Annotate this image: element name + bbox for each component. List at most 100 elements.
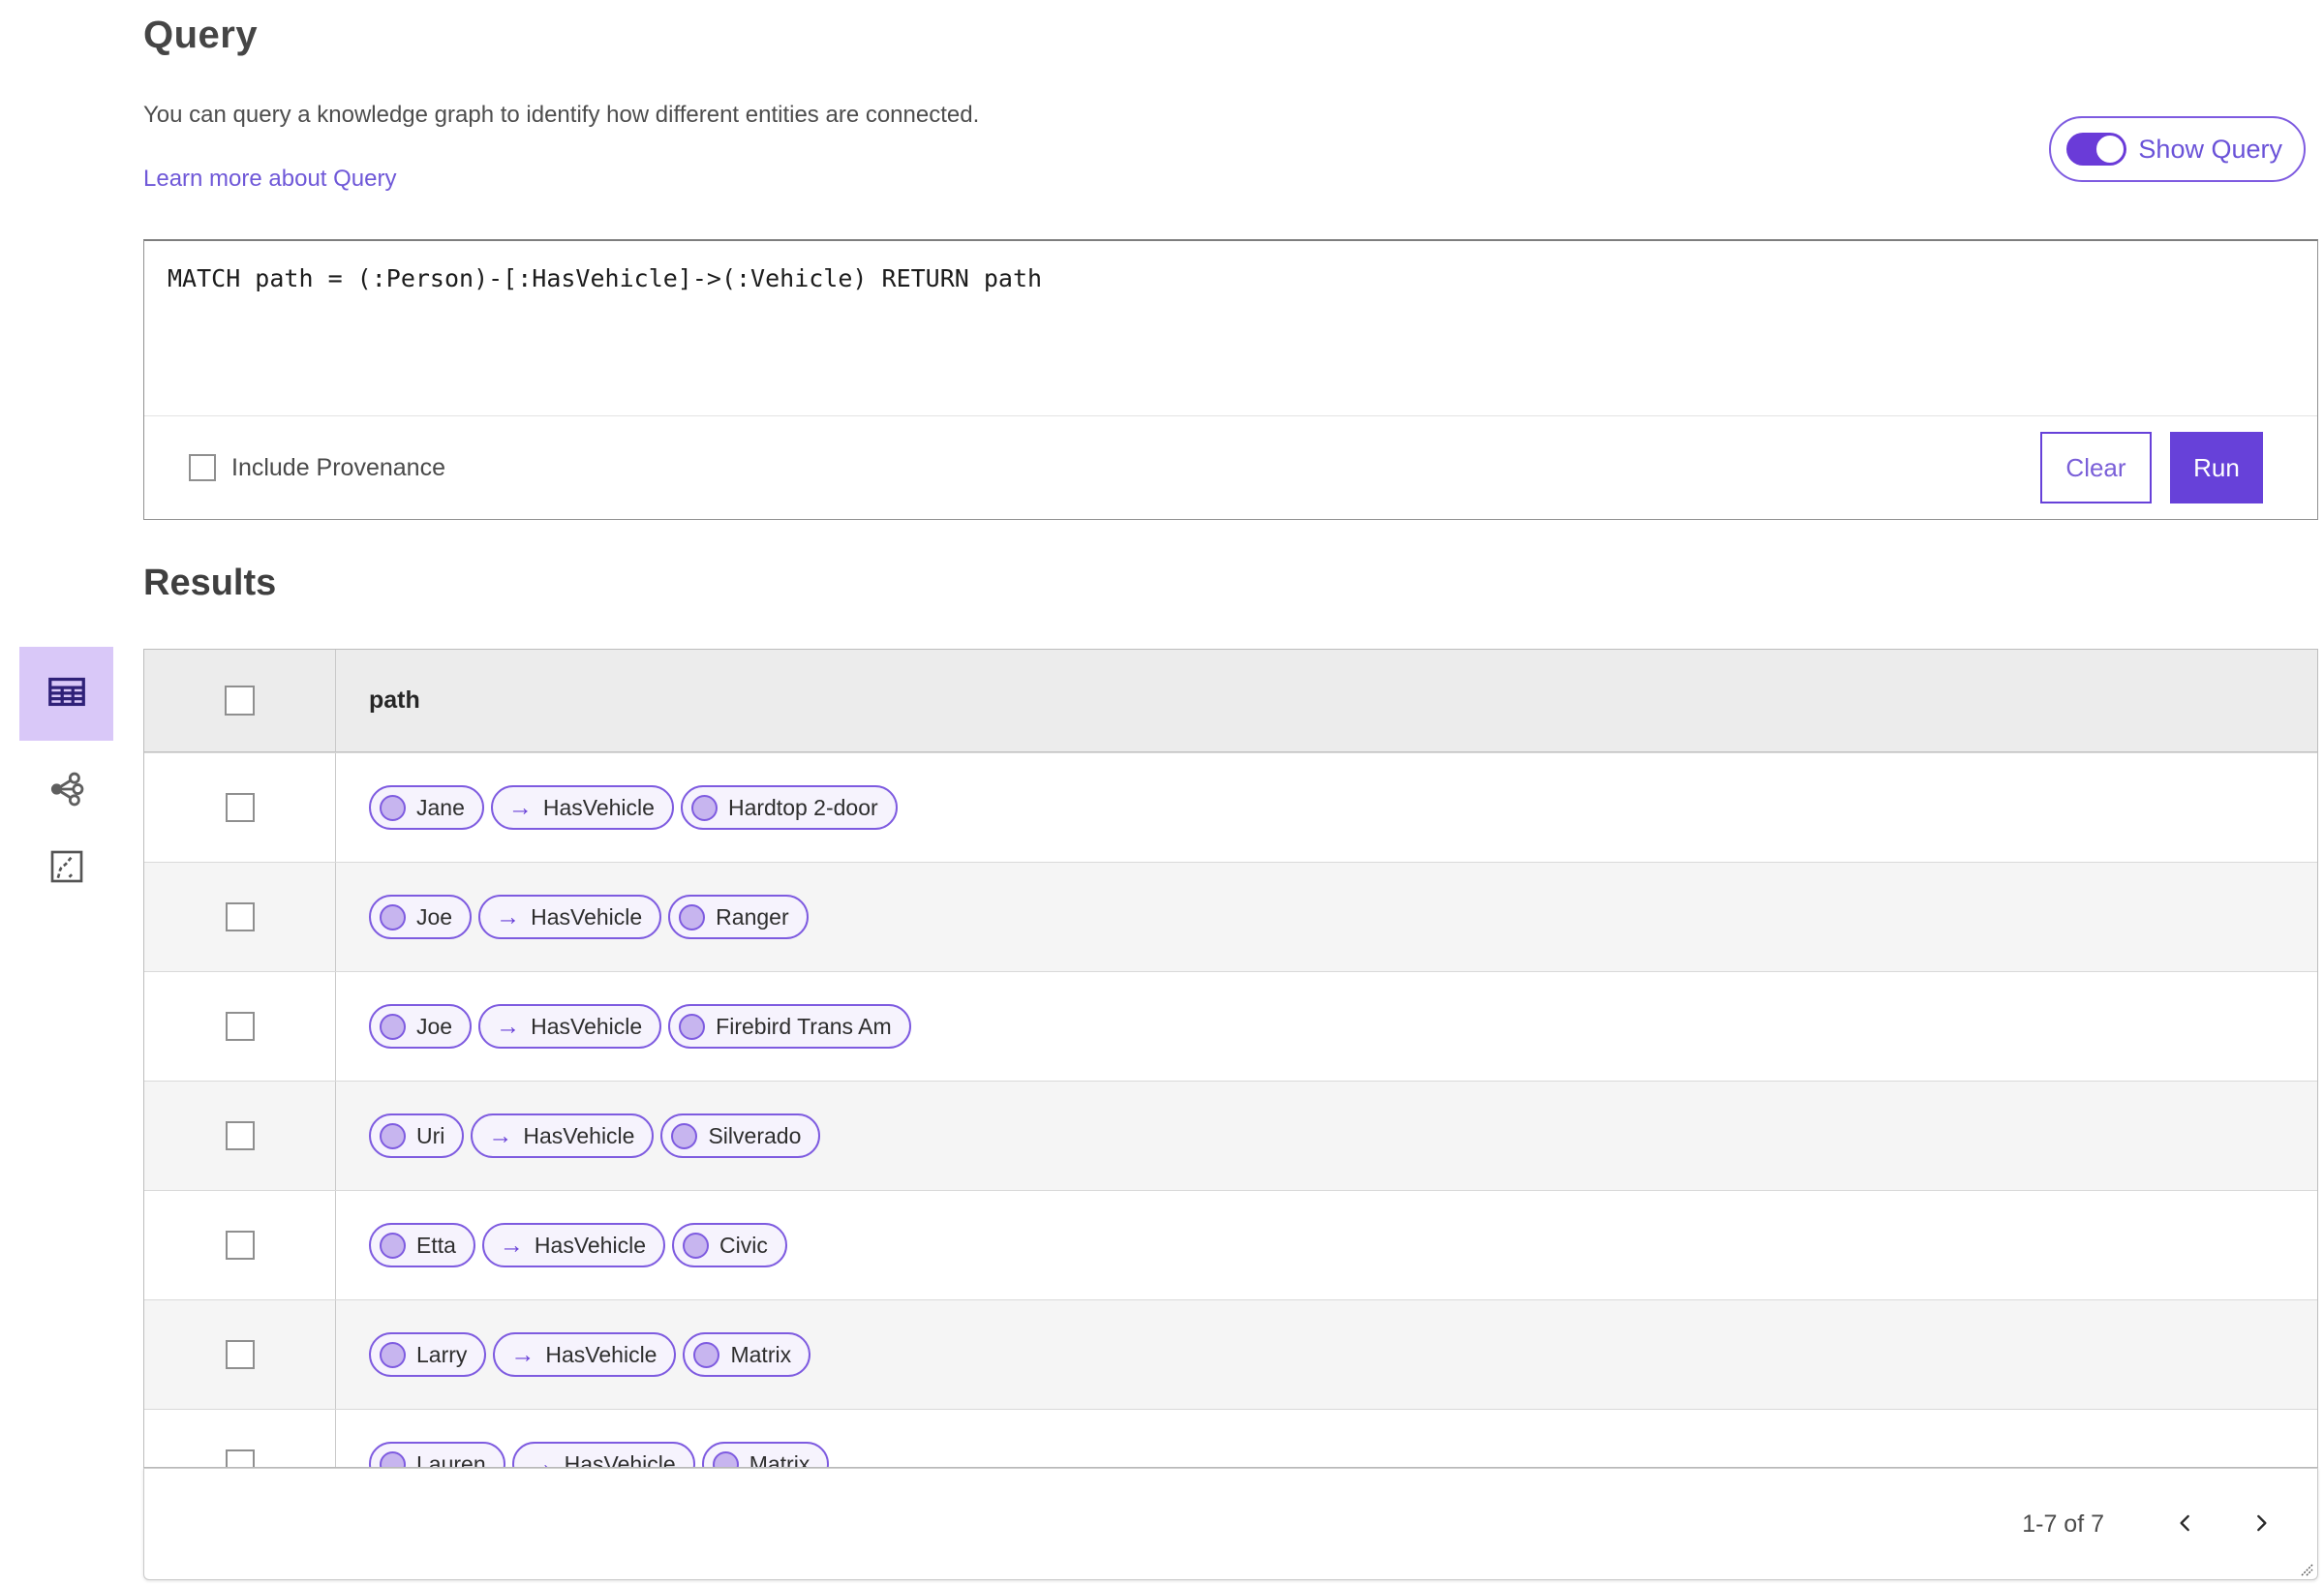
node-icon (690, 794, 718, 821)
clear-button[interactable]: Clear (2040, 432, 2152, 503)
include-provenance-checkbox[interactable] (189, 454, 216, 481)
row-checkbox[interactable] (225, 1121, 255, 1150)
link-chart-view-button[interactable] (40, 764, 94, 818)
select-all-checkbox[interactable] (225, 686, 255, 716)
entity-pill-source[interactable]: Uri (369, 1113, 465, 1158)
edge-arrow-icon: → (507, 793, 533, 821)
relationship-pill[interactable]: → HasVehicle (478, 1004, 662, 1049)
entity-label: Matrix (730, 1341, 792, 1367)
previous-page-button[interactable] (2164, 1503, 2207, 1545)
next-page-button[interactable] (2240, 1503, 2282, 1545)
row-checkbox[interactable] (225, 1231, 255, 1260)
entity-label: Larry (416, 1341, 468, 1367)
entity-pill-target[interactable]: Hardtop 2-door (680, 785, 898, 830)
page-title: Query (143, 14, 259, 56)
relationship-pill[interactable]: → HasVehicle (493, 1332, 677, 1377)
table-row: Joe → HasVehicle Ranger (144, 862, 2317, 971)
relationship-pill[interactable]: → HasVehicle (490, 785, 674, 830)
node-icon (380, 1341, 406, 1368)
node-icon (380, 1013, 406, 1040)
textarea-resize-handle-icon[interactable] (2296, 1559, 2313, 1576)
entity-pill-target[interactable]: Civic (672, 1223, 787, 1267)
row-checkbox[interactable] (225, 1012, 255, 1041)
relationship-label: HasVehicle (564, 1450, 676, 1468)
learn-more-link[interactable]: Learn more about Query (143, 166, 396, 193)
entity-pill-target[interactable]: Matrix (701, 1442, 830, 1468)
relationship-label: HasVehicle (531, 903, 643, 930)
table-view-button[interactable] (19, 647, 113, 741)
relationship-pill[interactable]: → HasVehicle (478, 895, 662, 939)
entity-label: Civic (719, 1232, 768, 1258)
entity-pill-source[interactable]: Etta (369, 1223, 475, 1267)
page-description: You can query a knowledge graph to ident… (143, 102, 980, 128)
entity-pill-target[interactable]: Firebird Trans Am (668, 1004, 911, 1049)
entity-pill-source[interactable]: Larry (369, 1332, 487, 1377)
main-content: Query You can query a knowledge graph to… (143, 0, 2318, 1580)
node-icon (693, 1341, 720, 1368)
map-view-icon (47, 847, 86, 891)
show-query-label: Show Query (2138, 134, 2282, 164)
entity-label: Joe (416, 903, 453, 930)
entity-label: Hardtop 2-door (727, 794, 878, 820)
node-icon (679, 1013, 706, 1040)
table-header-row: path (144, 650, 2317, 752)
table-row: Joe → HasVehicle Firebird Trans Am (144, 971, 2317, 1081)
header-checkbox-cell (144, 650, 336, 751)
table-row: Etta → HasVehicle Civic (144, 1190, 2317, 1299)
query-editor: MATCH path = (:Person)-[:HasVehicle]->(:… (143, 239, 2318, 1576)
node-icon (380, 1232, 406, 1259)
relationship-label: HasVehicle (534, 1232, 646, 1258)
node-icon (380, 1122, 406, 1149)
entity-label: Firebird Trans Am (716, 1013, 892, 1039)
table-row: Lauren → HasVehicle Matrix (144, 1409, 2317, 1468)
results-title: Results (143, 563, 277, 603)
chevron-right-icon (2248, 1510, 2274, 1539)
row-checkbox[interactable] (225, 1449, 255, 1467)
relationship-pill[interactable]: → HasVehicle (481, 1223, 665, 1267)
query-toolbar: Include Provenance Clear Run (144, 415, 2317, 519)
entity-label: Matrix (749, 1450, 810, 1468)
entity-label: Lauren (416, 1450, 486, 1468)
entity-label: Joe (416, 1013, 453, 1039)
pagination-bar: 1-7 of 7 (143, 1468, 2318, 1580)
entity-label: Jane (416, 794, 465, 820)
entity-pill-source[interactable]: Joe (369, 1004, 473, 1049)
node-icon (683, 1232, 709, 1259)
node-icon (679, 903, 706, 930)
relationship-label: HasVehicle (545, 1341, 657, 1367)
relationship-label: HasVehicle (531, 1013, 643, 1039)
entity-pill-source[interactable]: Joe (369, 895, 473, 939)
entity-label: Etta (416, 1232, 456, 1258)
toggle-switch-icon[interactable] (2066, 133, 2127, 166)
table-row: Uri → HasVehicle Silverado (144, 1081, 2317, 1190)
chevron-left-icon (2173, 1510, 2198, 1539)
entity-label: Ranger (716, 903, 789, 930)
relationship-pill[interactable]: → HasVehicle (471, 1113, 655, 1158)
link-chart-view-icon (46, 769, 87, 814)
results-view-switcher (19, 647, 113, 896)
entity-pill-target[interactable]: Silverado (660, 1113, 821, 1158)
table-row: Larry → HasVehicle Matrix (144, 1299, 2317, 1409)
table-view-icon (45, 669, 89, 718)
entity-pill-source[interactable]: Jane (369, 785, 484, 830)
row-checkbox[interactable] (225, 793, 255, 822)
row-checkbox[interactable] (225, 1340, 255, 1369)
map-view-button[interactable] (40, 841, 94, 896)
entity-pill-target[interactable]: Ranger (668, 895, 809, 939)
entity-label: Silverado (708, 1122, 802, 1148)
run-button[interactable]: Run (2170, 432, 2263, 503)
query-text-input[interactable]: MATCH path = (:Person)-[:HasVehicle]->(:… (144, 241, 2317, 415)
entity-label: Uri (416, 1122, 445, 1148)
edge-arrow-icon: → (496, 902, 521, 930)
relationship-label: HasVehicle (523, 1122, 635, 1148)
entity-pill-source[interactable]: Lauren (369, 1442, 505, 1468)
relationship-pill[interactable]: → HasVehicle (511, 1442, 695, 1468)
edge-arrow-icon: → (529, 1449, 554, 1468)
entity-pill-target[interactable]: Matrix (683, 1332, 811, 1377)
header-path-cell: path (336, 650, 2317, 751)
show-query-toggle[interactable]: Show Query (2049, 116, 2306, 182)
include-provenance-label: Include Provenance (231, 453, 445, 481)
row-checkbox[interactable] (225, 902, 255, 931)
path-column-header: path (369, 686, 420, 714)
table-row: Jane → HasVehicle Hardtop 2-door (144, 752, 2317, 862)
